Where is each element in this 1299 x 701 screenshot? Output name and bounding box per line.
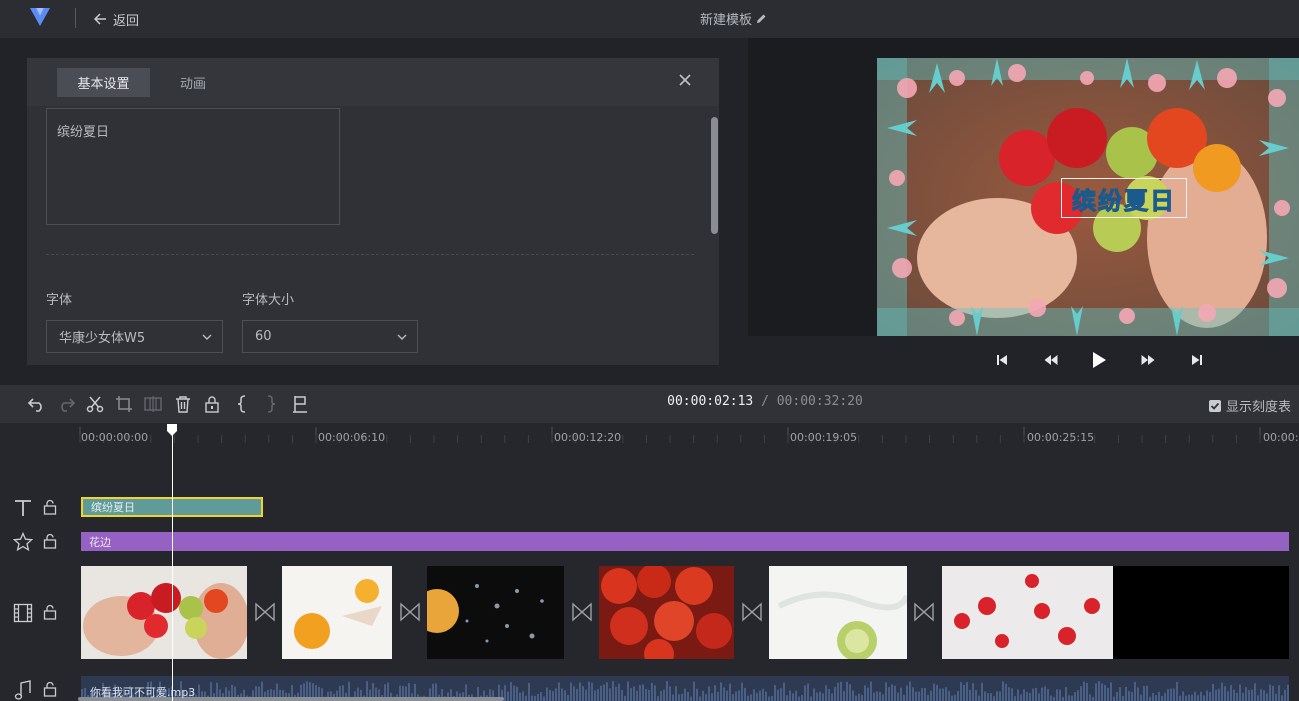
transition-icon[interactable] xyxy=(254,600,276,624)
document-title[interactable]: 新建模板 xyxy=(700,9,800,28)
font-label: 字体 xyxy=(46,293,73,308)
transition-icon[interactable] xyxy=(399,600,421,624)
panel-divider xyxy=(46,254,694,255)
skip-to-end-button[interactable] xyxy=(1186,349,1208,371)
tab-basic-settings[interactable]: 基本设置 xyxy=(57,68,150,97)
undo-icon xyxy=(28,398,42,412)
skip-to-start-button[interactable] xyxy=(991,349,1013,371)
font-size-select-value: 60 xyxy=(255,329,272,344)
fast-forward-button[interactable] xyxy=(1137,349,1159,371)
video-clip[interactable] xyxy=(942,566,1289,659)
bracket-left-icon xyxy=(237,395,246,413)
split-button[interactable] xyxy=(143,394,163,414)
unlock-icon[interactable] xyxy=(43,681,57,697)
current-time: 00:00:02:13 xyxy=(667,394,754,409)
ruler-label: 00:00:06:10 xyxy=(318,431,386,444)
video-clip[interactable] xyxy=(599,566,734,659)
top-divider xyxy=(75,8,76,28)
back-label: 返回 xyxy=(113,13,140,29)
redo-button[interactable] xyxy=(56,394,76,414)
show-scale-label: 显示刻度表 xyxy=(1226,400,1292,415)
play-button[interactable] xyxy=(1088,349,1110,371)
arrow-left-icon xyxy=(94,13,106,25)
border-clip[interactable]: 花边 xyxy=(81,532,1289,551)
transition-icon[interactable] xyxy=(741,600,763,624)
ruler-label: 00:00:3 xyxy=(1263,431,1299,444)
timecode-display: 00:00:02:13 / 00:00:32:20 xyxy=(600,394,930,409)
video-clip[interactable] xyxy=(81,566,247,659)
back-button[interactable]: 返回 xyxy=(94,9,139,29)
fast-forward-icon xyxy=(1141,355,1155,365)
rewind-icon xyxy=(1044,355,1058,365)
mark-out-button[interactable] xyxy=(261,394,281,414)
time-ruler[interactable] xyxy=(78,425,1299,445)
checkbox-checked-icon[interactable] xyxy=(1209,399,1221,412)
transition-icon[interactable] xyxy=(913,600,935,624)
close-icon[interactable] xyxy=(676,72,694,90)
film-icon xyxy=(12,602,34,624)
trash-icon xyxy=(176,396,190,413)
crop-icon xyxy=(116,396,132,412)
lock-button[interactable] xyxy=(202,394,222,414)
document-title-text: 新建模板 xyxy=(700,13,753,28)
redo-icon xyxy=(61,398,75,412)
video-clip[interactable] xyxy=(427,566,564,659)
crop-button[interactable] xyxy=(114,394,134,414)
total-duration: 00:00:32:20 xyxy=(776,394,863,409)
tab-animation[interactable]: 动画 xyxy=(165,68,221,97)
audio-clip-label: 你看我可不可爱.mp3 xyxy=(90,686,196,699)
chevron-down-icon xyxy=(202,334,212,340)
skip-start-icon xyxy=(997,355,1007,365)
text-track-icon xyxy=(12,497,34,519)
playhead-handle[interactable] xyxy=(167,424,177,436)
flag-icon xyxy=(293,396,307,413)
unlock-icon[interactable] xyxy=(43,499,57,515)
playhead[interactable] xyxy=(172,424,173,701)
ruler-label: 00:00:00:00 xyxy=(81,431,149,444)
marker-button[interactable] xyxy=(290,394,310,414)
ruler-label: 00:00:25:15 xyxy=(1027,431,1095,444)
video-clip[interactable] xyxy=(769,566,907,659)
ruler-label: 00:00:12:20 xyxy=(554,431,622,444)
play-icon xyxy=(1093,352,1106,368)
bracket-right-icon xyxy=(267,395,276,413)
panel-scrollbar[interactable] xyxy=(711,117,718,234)
pencil-icon[interactable] xyxy=(756,13,767,24)
ruler-label: 00:00:19:05 xyxy=(790,431,858,444)
delete-button[interactable] xyxy=(173,394,193,414)
show-scale-toggle[interactable]: 显示刻度表 xyxy=(1209,396,1291,415)
chevron-down-icon xyxy=(397,334,407,340)
skip-end-icon xyxy=(1192,355,1202,365)
rewind-button[interactable] xyxy=(1040,349,1062,371)
star-icon xyxy=(12,531,34,553)
text-content-input[interactable]: 缤纷夏日 xyxy=(46,108,340,225)
preview-text-overlay[interactable]: 缤纷夏日 xyxy=(1061,178,1187,218)
time-separator: / xyxy=(761,394,769,409)
unlock-icon[interactable] xyxy=(43,604,57,620)
unlock-icon[interactable] xyxy=(43,533,57,549)
timeline[interactable] xyxy=(0,423,1299,701)
font-select[interactable]: 华康少女体W5 xyxy=(46,320,223,353)
transition-icon[interactable] xyxy=(571,600,593,624)
top-bar xyxy=(0,0,1299,38)
video-clip[interactable] xyxy=(282,566,392,659)
mark-in-button[interactable] xyxy=(232,394,252,414)
font-select-value: 华康少女体W5 xyxy=(59,331,146,346)
cut-button[interactable] xyxy=(85,394,105,414)
app-logo-icon[interactable] xyxy=(28,4,52,28)
font-size-select[interactable]: 60 xyxy=(242,320,418,353)
lock-icon xyxy=(205,396,219,413)
font-size-label: 字体大小 xyxy=(242,293,295,308)
split-icon xyxy=(144,396,162,412)
undo-button[interactable] xyxy=(27,394,47,414)
scissors-icon xyxy=(86,396,104,413)
music-icon xyxy=(12,679,34,701)
